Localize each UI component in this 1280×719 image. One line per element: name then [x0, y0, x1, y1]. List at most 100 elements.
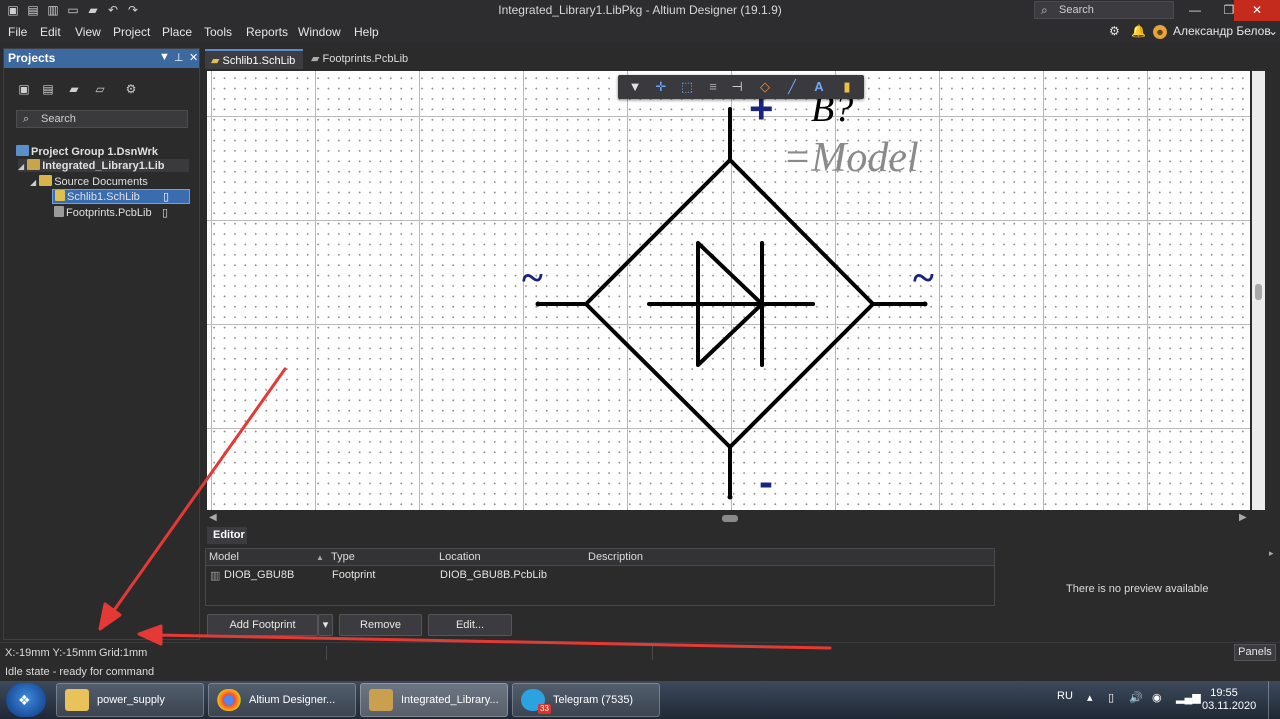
panel-close-icon[interactable]: ✕: [189, 51, 198, 64]
horizontal-scroll-thumb[interactable]: [722, 515, 738, 522]
pin-ac-right-label: ~: [913, 255, 934, 300]
status-message-bar: Idle state - ready for command: [0, 662, 1280, 681]
menu-window[interactable]: Window: [298, 25, 341, 39]
menu-bar: File Edit View Project Place Tools Repor…: [0, 21, 1280, 43]
settings-gear-icon[interactable]: ⚙: [123, 82, 139, 96]
column-header-model[interactable]: Model: [209, 551, 239, 563]
column-header-location[interactable]: Location: [439, 551, 481, 563]
status-divider: [326, 646, 327, 660]
project-options-icon[interactable]: ▱: [92, 82, 108, 96]
usb-device-icon[interactable]: ▯: [1108, 691, 1114, 704]
expand-arrow-icon[interactable]: ◢: [30, 178, 36, 187]
fill-icon[interactable]: ◇: [756, 79, 774, 95]
cell-location: DIOB_GBU8B.PcbLib: [440, 569, 547, 581]
menu-project[interactable]: Project: [113, 25, 150, 39]
taskbar-item-altium[interactable]: Integrated_Library...: [360, 683, 508, 717]
editor-panel-tab[interactable]: Editor: [207, 527, 247, 544]
cursor-coordinates: X:-19mm Y:-15mm: [5, 647, 97, 659]
gear-icon[interactable]: ⚙: [1109, 24, 1120, 38]
taskbar-item-label: Integrated_Library...: [401, 694, 499, 706]
add-footprint-button[interactable]: Add Footprint: [207, 614, 318, 636]
unread-badge: 33: [538, 704, 551, 714]
user-avatar-icon[interactable]: ☻: [1153, 25, 1167, 39]
global-search-input[interactable]: ⌕ Search: [1034, 1, 1174, 19]
column-header-description[interactable]: Description: [588, 551, 643, 563]
add-model-dropdown-button[interactable]: ▾: [318, 614, 333, 636]
open-folder-icon[interactable]: ▰: [66, 82, 82, 96]
horizontal-scrollbar[interactable]: ◀ ▶: [207, 512, 1250, 525]
menu-place[interactable]: Place: [162, 25, 192, 39]
menu-tools[interactable]: Tools: [204, 25, 232, 39]
workspace-icon: [16, 145, 29, 156]
show-desktop-button[interactable]: [1268, 681, 1280, 719]
projects-search-input[interactable]: ⌕ Search: [16, 110, 188, 128]
vertical-scroll-thumb[interactable]: [1255, 284, 1262, 300]
pcblib-file-icon: ▰: [311, 53, 320, 65]
update-icon[interactable]: ◉: [1152, 691, 1162, 704]
search-placeholder: Search: [41, 113, 76, 125]
align-icon[interactable]: ≡: [704, 79, 722, 95]
menu-help[interactable]: Help: [354, 25, 379, 39]
tree-item-pcblib[interactable]: Footprints.PcbLib ▯: [54, 206, 190, 219]
column-header-type[interactable]: Type: [331, 551, 355, 563]
clock-date: 03.11.2020: [1202, 700, 1257, 712]
tree-item-project-group[interactable]: Project Group 1.DsnWrk: [16, 145, 158, 158]
expand-preview-icon[interactable]: ▸: [1269, 548, 1274, 559]
tree-item-library-project[interactable]: ◢ Integrated_Library1.Lib: [18, 159, 189, 172]
projects-panel-title: Projects: [8, 51, 56, 65]
select-rect-icon[interactable]: ⬚: [678, 79, 696, 95]
tab-pcblib[interactable]: ▰ Footprints.PcbLib: [305, 49, 417, 69]
taskbar-item-chrome[interactable]: Altium Designer...: [208, 683, 356, 717]
start-button[interactable]: ❖: [6, 683, 46, 717]
network-signal-icon[interactable]: ▂▄▆: [1176, 691, 1201, 704]
grid-size: Grid:1mm: [99, 647, 148, 659]
scroll-right-icon[interactable]: ▶: [1239, 512, 1247, 523]
tray-expand-icon[interactable]: ▴: [1087, 691, 1093, 704]
add-footprint-label: Add Footprint: [229, 619, 296, 631]
active-bar: ▼ ✛ ⬚ ≡ ⊣ ◇ ╱ A ▮: [618, 75, 864, 99]
projects-panel: Projects ▼ ⊥ ✕ ▣ ▤ ▰ ▱ ⚙ ⌕ Search Projec…: [3, 48, 200, 640]
tree-item-source-documents[interactable]: ◢ Source Documents: [30, 175, 148, 188]
projects-panel-header: Projects ▼ ⊥ ✕: [4, 49, 199, 68]
status-bar: X:-19mm Y:-15mm Grid:1mm Panels: [0, 642, 1280, 662]
clock-time: 19:55: [1210, 687, 1238, 699]
place-pin-icon[interactable]: ⊣: [728, 79, 746, 95]
menu-edit[interactable]: Edit: [40, 25, 61, 39]
tab-schlib[interactable]: ▰ Schlib1.SchLib: [205, 49, 303, 69]
taskbar-clock[interactable]: 19:55 03.11.2020: [1202, 687, 1257, 713]
save-project-icon[interactable]: ▣: [16, 82, 32, 96]
bell-icon[interactable]: 🔔: [1131, 24, 1146, 38]
search-icon: ⌕: [23, 113, 30, 125]
scroll-left-icon[interactable]: ◀: [209, 512, 217, 523]
menu-view[interactable]: View: [75, 25, 101, 39]
menu-reports[interactable]: Reports: [246, 25, 288, 39]
model-preview: ▸ There is no preview available: [995, 548, 1280, 640]
vertical-scrollbar[interactable]: [1252, 71, 1265, 510]
menu-file[interactable]: File: [8, 25, 27, 39]
taskbar-item-power-supply[interactable]: power_supply: [56, 683, 204, 717]
part-icon[interactable]: ▮: [838, 79, 856, 95]
tab-label: Footprints.PcbLib: [322, 53, 409, 65]
line-icon[interactable]: ╱: [783, 79, 801, 95]
panels-button[interactable]: Panels: [1234, 644, 1276, 661]
move-icon[interactable]: ✛: [652, 79, 670, 95]
volume-icon[interactable]: 🔊: [1129, 691, 1143, 704]
compile-icon[interactable]: ▤: [40, 82, 56, 96]
close-button[interactable]: ✕: [1234, 0, 1280, 21]
chevron-down-icon[interactable]: ⌄: [1268, 24, 1278, 38]
text-icon[interactable]: A: [810, 79, 828, 95]
schematic-canvas[interactable]: B? =Model ~ ~ + -: [207, 71, 1250, 510]
user-name[interactable]: Александр Белов: [1173, 24, 1271, 38]
taskbar-item-label: Altium Designer...: [249, 694, 336, 706]
language-indicator[interactable]: RU: [1057, 690, 1073, 702]
remove-button[interactable]: Remove: [339, 614, 422, 636]
taskbar-item-telegram[interactable]: 33 Telegram (7535): [512, 683, 660, 717]
edit-button[interactable]: Edit...: [428, 614, 512, 636]
pin-icon[interactable]: ⊥: [174, 51, 184, 64]
panel-menu-icon[interactable]: ▼: [159, 51, 170, 63]
schlib-file-icon: ▰: [211, 55, 220, 67]
minimize-button[interactable]: —: [1178, 0, 1212, 21]
expand-arrow-icon[interactable]: ◢: [18, 162, 24, 171]
tree-item-schlib[interactable]: Schlib1.SchLib ▯: [52, 189, 190, 204]
filter-icon[interactable]: ▼: [626, 79, 644, 95]
